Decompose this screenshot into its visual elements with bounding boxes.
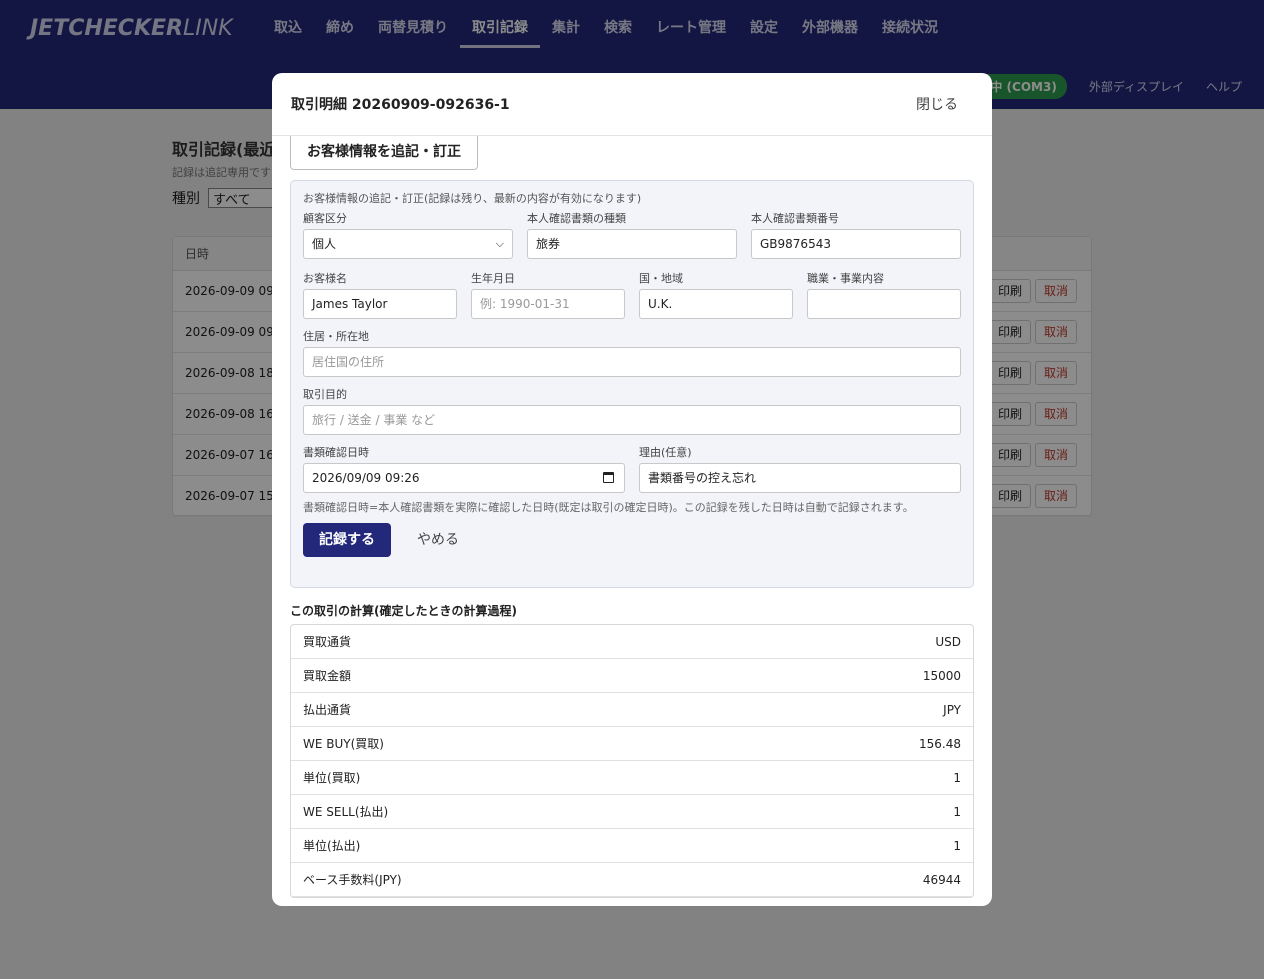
calc-value: 1 [953,838,961,853]
customer-name-label: お客様名 [303,272,347,285]
address-label: 住居・所在地 [303,330,369,343]
country-input[interactable]: U.K. [639,289,793,319]
occupation-label: 職業・事業内容 [807,272,884,285]
calc-label: WE BUY(買取) [303,737,384,751]
calc-label: 買取通貨 [303,635,352,649]
table-row: 払出通貨 JPY [291,693,973,727]
form-note: お客様情報の追記・訂正(記録は残り、最新の内容が有効になります) [303,192,642,205]
calendar-icon[interactable] [603,472,614,483]
calc-value: 1 [953,770,961,785]
modal-body: お客様情報を追記・訂正 お客様情報の追記・訂正(記録は残り、最新の内容が有効にな… [272,136,992,906]
table-row: 買取通貨 USD [291,625,973,659]
calc-value: 156.48 [919,736,961,751]
purpose-label: 取引目的 [303,388,347,401]
table-row: WE BUY(買取) 156.48 [291,727,973,761]
birthdate-label: 生年月日 [471,272,515,285]
country-label: 国・地域 [639,272,683,285]
calc-label: 単位(買取) [303,771,361,785]
calc-label: WE SELL(払出) [303,805,389,819]
calc-value: 46944 [922,872,961,887]
occupation-input[interactable] [807,289,961,319]
purpose-input[interactable]: 旅行 / 送金 / 事業 など [303,405,961,435]
calc-label: 買取金額 [303,669,352,683]
table-row: WE SELL(払出) 1 [291,795,973,829]
birthdate-input[interactable]: 例: 1990-01-31 [471,289,625,319]
id-doc-number-label: 本人確認書類番号 [751,212,839,225]
calc-label: 単位(払出) [303,839,361,853]
table-row: 単位(買取) 1 [291,761,973,795]
calc-value: 15000 [922,668,961,683]
customer-name-input[interactable]: James Taylor [303,289,457,319]
calculation-title: この取引の計算(確定したときの計算過程) [290,604,517,618]
datetime-hint: 書類確認日時=本人確認書類を実際に確認した日時(既定は取引の確定日時)。この記録… [303,501,914,514]
id-doc-type-label: 本人確認書類の種類 [527,212,626,225]
calculation-table: 買取通貨 USD 買取金額 15000 払出通貨 JPY WE BUY(買取) 156.… [290,624,974,898]
cancel-edit-button[interactable]: やめる [417,523,459,557]
table-row: 買取金額 15000 [291,659,973,693]
address-input[interactable]: 居住国の住所 [303,347,961,377]
id-doc-type-input[interactable]: 旅券 [527,229,737,259]
calc-value: JPY [943,702,961,717]
modal-title: 取引明細 20260909-092636-1 [291,97,510,113]
doc-check-datetime-label: 書類確認日時 [303,446,369,459]
modal-header: 取引明細 20260909-092636-1 閉じる [272,73,992,136]
add-customer-info-button[interactable]: お客様情報を追記・訂正 [290,136,478,170]
calc-value: 1 [953,804,961,819]
customer-type-select[interactable]: 個人 ⌵ [303,229,513,259]
customer-type-label: 顧客区分 [303,212,347,225]
customer-info-form: お客様情報の追記・訂正(記録は残り、最新の内容が有効になります) 顧客区分 個人… [290,180,974,588]
calc-value: USD [935,634,961,649]
close-button[interactable]: 閉じる [916,94,958,114]
calc-label: ベース手数料(JPY) [303,873,402,887]
chevron-down-icon: ⌵ [495,237,504,250]
doc-check-datetime-input[interactable]: 2026/09/09 09:26 [303,463,625,493]
id-doc-number-input[interactable]: GB9876543 [751,229,961,259]
calc-label: 払出通貨 [303,703,352,717]
reason-label: 理由(任意) [639,446,692,459]
table-row: ベース手数料(JPY) 46944 [291,863,973,897]
record-submit-button[interactable]: 記録する [303,523,391,557]
reason-input[interactable]: 書類番号の控え忘れ [639,463,961,493]
transaction-detail-modal: 取引明細 20260909-092636-1 閉じる お客様情報を追記・訂正 お… [272,73,992,906]
table-row: 単位(払出) 1 [291,829,973,863]
